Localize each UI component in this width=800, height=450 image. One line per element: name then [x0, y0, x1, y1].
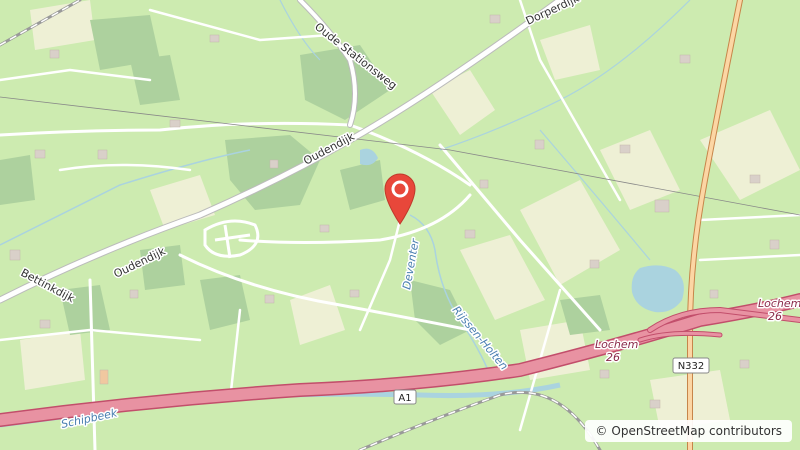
svg-text:N332: N332: [678, 361, 705, 372]
label-lochem-lower: Lochem: [595, 338, 638, 351]
attribution-text[interactable]: OpenStreetMap contributors: [611, 424, 782, 438]
label-lochem-upper: Lochem: [758, 297, 800, 310]
map-attribution[interactable]: © OpenStreetMap contributors: [585, 420, 792, 442]
n332-shield: N332: [672, 357, 710, 374]
copyright-icon: ©: [595, 424, 608, 438]
map-pin-icon[interactable]: [383, 172, 417, 226]
map-canvas[interactable]: N332 A1 Oude Stationsweg Dorperdijk Oude…: [0, 0, 800, 450]
svg-text:A1: A1: [398, 393, 411, 404]
a1-shield: A1: [393, 389, 417, 405]
label-lochem-upper-num: 26: [768, 310, 782, 323]
label-lochem-lower-num: 26: [606, 351, 620, 364]
